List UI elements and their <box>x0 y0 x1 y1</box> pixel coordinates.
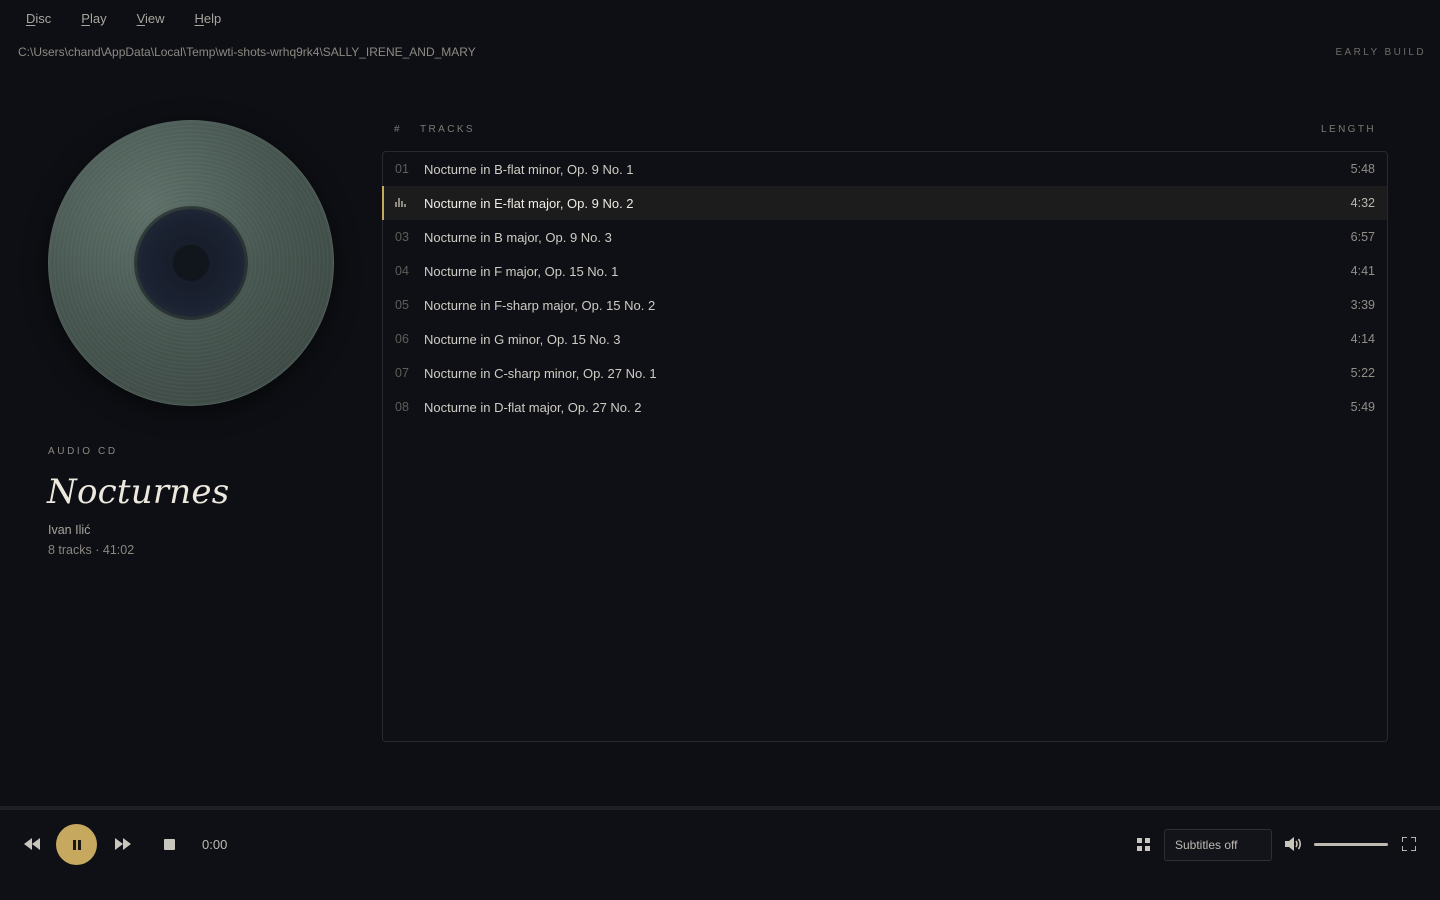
track-title: Nocturne in F-sharp major, Op. 15 No. 2 <box>424 297 656 313</box>
path-row: C:\Users\chand\AppData\Local\Temp\wti-sh… <box>18 43 1426 61</box>
menu-bar: Disc Play View Help <box>0 0 1440 36</box>
track-title: Nocturne in C-sharp minor, Op. 27 No. 1 <box>424 365 657 381</box>
volume-slider-fill <box>1314 843 1388 846</box>
menu-play[interactable]: Play <box>81 11 106 26</box>
grid-icon <box>1136 837 1150 851</box>
fast-forward-button[interactable] <box>111 829 135 859</box>
track-length: 5:22 <box>1350 366 1375 380</box>
menu-help[interactable]: Help <box>195 11 222 26</box>
disc-hole <box>173 245 209 281</box>
disc-path: C:\Users\chand\AppData\Local\Temp\wti-sh… <box>18 45 476 59</box>
track-number: 08 <box>395 400 409 414</box>
track-row[interactable]: 08 Nocturne in D-flat major, Op. 27 No. … <box>383 390 1387 424</box>
menu-view[interactable]: View <box>137 11 165 26</box>
disc-artwork <box>48 120 334 406</box>
track-list: 01 Nocturne in B-flat minor, Op. 9 No. 1… <box>382 151 1388 742</box>
track-row[interactable]: 07 Nocturne in C-sharp minor, Op. 27 No.… <box>383 356 1387 390</box>
header-length: LENGTH <box>1321 124 1376 135</box>
seek-bar[interactable] <box>0 806 1440 810</box>
track-length: 4:14 <box>1350 332 1375 346</box>
stop-button[interactable] <box>158 832 180 856</box>
track-row-playing[interactable]: Nocturne in E-flat major, Op. 9 No. 2 4:… <box>382 186 1387 220</box>
volume-slider[interactable] <box>1314 843 1388 846</box>
rewind-icon <box>24 838 40 850</box>
track-number: 06 <box>395 332 409 346</box>
track-number: 07 <box>395 366 409 380</box>
track-title: Nocturne in E-flat major, Op. 9 No. 2 <box>424 195 634 211</box>
pause-icon <box>72 839 81 850</box>
track-number: 04 <box>395 264 409 278</box>
header-tracks: TRACKS <box>420 124 475 135</box>
menu-disc[interactable]: Disc <box>26 11 51 26</box>
pause-button[interactable] <box>56 824 97 865</box>
track-number: 05 <box>395 298 409 312</box>
track-row[interactable]: 04 Nocturne in F major, Op. 15 No. 1 4:4… <box>383 254 1387 288</box>
rewind-button[interactable] <box>20 829 44 859</box>
track-row[interactable]: 05 Nocturne in F-sharp major, Op. 15 No.… <box>383 288 1387 322</box>
track-title: Nocturne in B major, Op. 9 No. 3 <box>424 229 612 245</box>
album-title: Nocturnes <box>47 472 230 512</box>
tracks-header: # TRACKS LENGTH <box>394 124 1376 138</box>
build-label: EARLY BUILD <box>1335 46 1426 58</box>
fast-forward-icon <box>115 838 131 850</box>
time-elapsed: 0:00 <box>202 837 228 852</box>
track-row[interactable]: 06 Nocturne in G minor, Op. 15 No. 3 4:1… <box>383 322 1387 356</box>
track-length: 4:41 <box>1350 264 1375 278</box>
album-kind: AUDIO CD <box>48 446 118 457</box>
fullscreen-button[interactable] <box>1398 833 1420 855</box>
track-number: 03 <box>395 230 409 244</box>
grid-button[interactable] <box>1132 833 1154 855</box>
track-row[interactable]: 01 Nocturne in B-flat minor, Op. 9 No. 1… <box>383 152 1387 186</box>
equalizer-icon <box>395 197 407 207</box>
track-length: 6:57 <box>1350 230 1375 244</box>
track-length: 5:48 <box>1350 162 1375 176</box>
track-number: 01 <box>395 162 409 176</box>
track-title: Nocturne in B-flat minor, Op. 9 No. 1 <box>424 161 634 177</box>
stop-icon <box>163 838 175 850</box>
fullscreen-icon <box>1402 837 1416 851</box>
track-title: Nocturne in G minor, Op. 15 No. 3 <box>424 331 621 347</box>
track-length: 5:49 <box>1350 400 1375 414</box>
track-title: Nocturne in D-flat major, Op. 27 No. 2 <box>424 399 642 415</box>
header-number: # <box>394 124 402 135</box>
subtitles-select[interactable]: Subtitles off <box>1164 829 1272 861</box>
album-meta: 8 tracks · 41:02 <box>48 543 135 557</box>
track-title: Nocturne in F major, Op. 15 No. 1 <box>424 263 619 279</box>
volume-button[interactable] <box>1283 833 1305 855</box>
album-artist: Ivan Ilić <box>48 523 91 537</box>
volume-icon <box>1285 837 1302 851</box>
track-length: 4:32 <box>1350 196 1375 210</box>
track-length: 3:39 <box>1350 298 1375 312</box>
track-row[interactable]: 03 Nocturne in B major, Op. 9 No. 3 6:57 <box>383 220 1387 254</box>
